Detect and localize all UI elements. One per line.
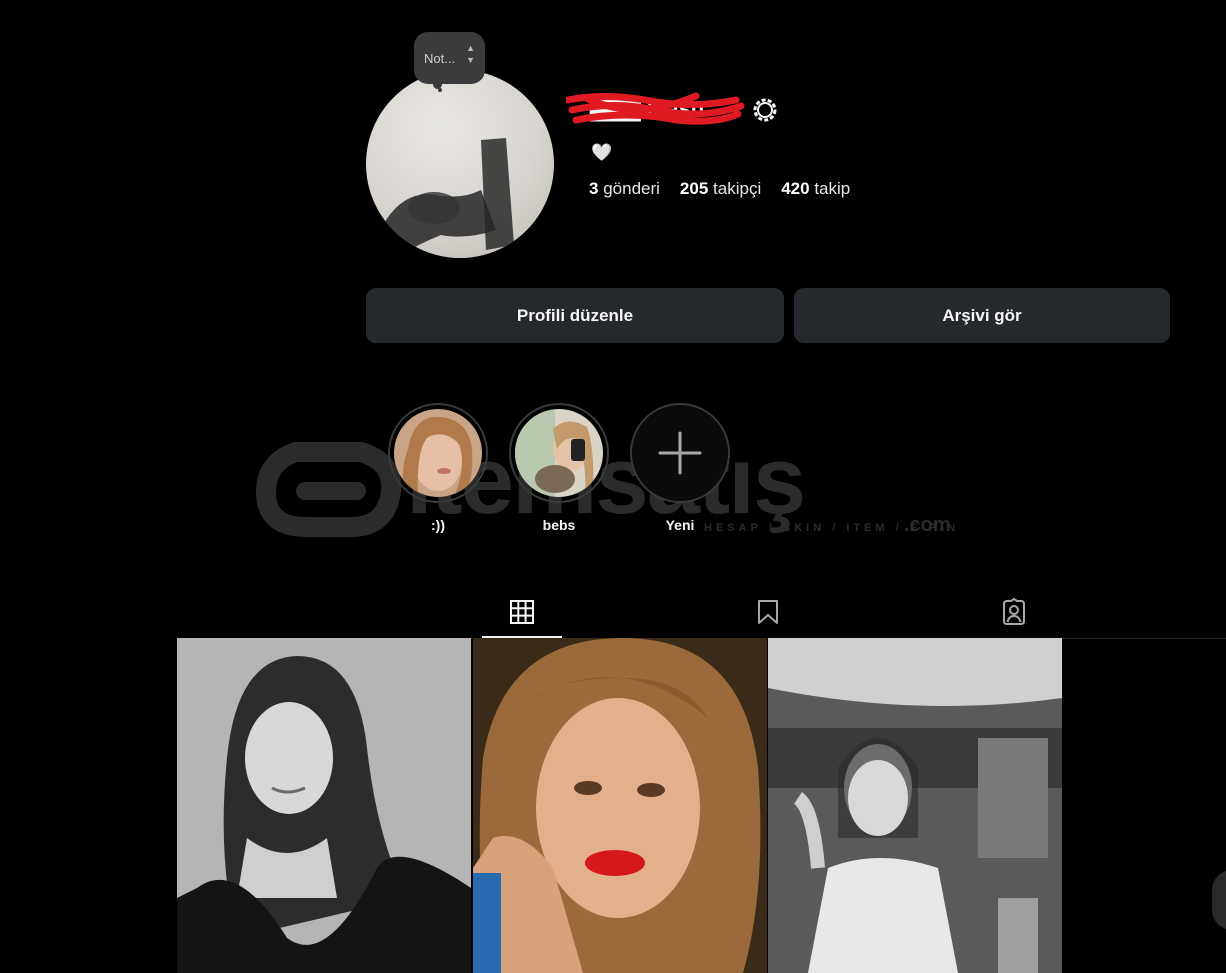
posts-count: 3 [589, 179, 599, 198]
highlight-item[interactable]: bebs [507, 403, 611, 533]
following-stat[interactable]: 420 takip [781, 179, 850, 199]
note-bubble[interactable]: Not... ▲ ▼ [414, 32, 485, 84]
highlight-label: bebs [542, 517, 576, 533]
new-highlight-button[interactable]: Yeni [628, 403, 732, 533]
username-area: ▇▇▇ masu [566, 92, 746, 128]
tab-saved[interactable] [728, 588, 808, 636]
tab-posts[interactable] [482, 588, 562, 638]
note-text: Not... [424, 50, 456, 66]
profile-avatar[interactable] [366, 70, 554, 258]
highlight-label: Yeni [665, 517, 695, 533]
post-thumbnail[interactable] [473, 638, 767, 973]
redaction-scribble [566, 92, 745, 125]
highlight-cover [394, 409, 482, 497]
following-count: 420 [781, 179, 810, 198]
highlight-ring [630, 403, 730, 503]
following-label: takip [814, 179, 851, 198]
post-thumbnail[interactable] [768, 638, 1062, 973]
highlight-label: :)) [431, 517, 445, 533]
floating-button[interactable] [1212, 870, 1226, 930]
plus-icon [658, 431, 702, 475]
followers-count: 205 [679, 179, 709, 198]
highlight-ring [509, 403, 609, 503]
note-bubble-tail-small [438, 88, 442, 92]
watermark: itemsatış HESAP / SKIN / ITEM / E-PIN .c… [255, 427, 976, 542]
note-scroll-icon: ▲ ▼ [466, 43, 475, 65]
settings-icon[interactable] [750, 95, 780, 125]
watermark-sub: HESAP / SKIN / ITEM / E-PIN [704, 522, 960, 534]
bio-text: 🤍 [591, 143, 613, 162]
followers-label: takipçi [713, 179, 762, 198]
posts-label: gönderi [603, 179, 660, 198]
followers-stat[interactable]: 205 takipçi [680, 179, 761, 199]
profile-stats: 3 gönderi 205 takipçi 420 takip [589, 179, 850, 199]
grid-icon [510, 600, 534, 624]
tab-tagged[interactable] [974, 588, 1054, 636]
watermark-tld: .com [904, 514, 951, 536]
highlight-cover [515, 409, 603, 497]
view-archive-button[interactable]: Arşivi gör [794, 288, 1170, 343]
profile-page: Not... ▲ ▼ ▇▇▇ masu 🤍 3 gönderi 205 takip… [0, 0, 1226, 973]
edit-profile-button[interactable]: Profili düzenle [366, 288, 784, 343]
posts-stat: 3 gönderi [589, 179, 660, 199]
highlight-item[interactable]: :)) [386, 403, 490, 533]
profile-tabs [178, 588, 1226, 639]
tagged-icon [1003, 598, 1025, 625]
post-thumbnail[interactable] [177, 638, 471, 973]
bookmark-icon [758, 600, 778, 624]
watermark-logo-icon [255, 442, 402, 537]
highlight-ring [388, 403, 488, 503]
new-highlight-circle [632, 405, 728, 501]
